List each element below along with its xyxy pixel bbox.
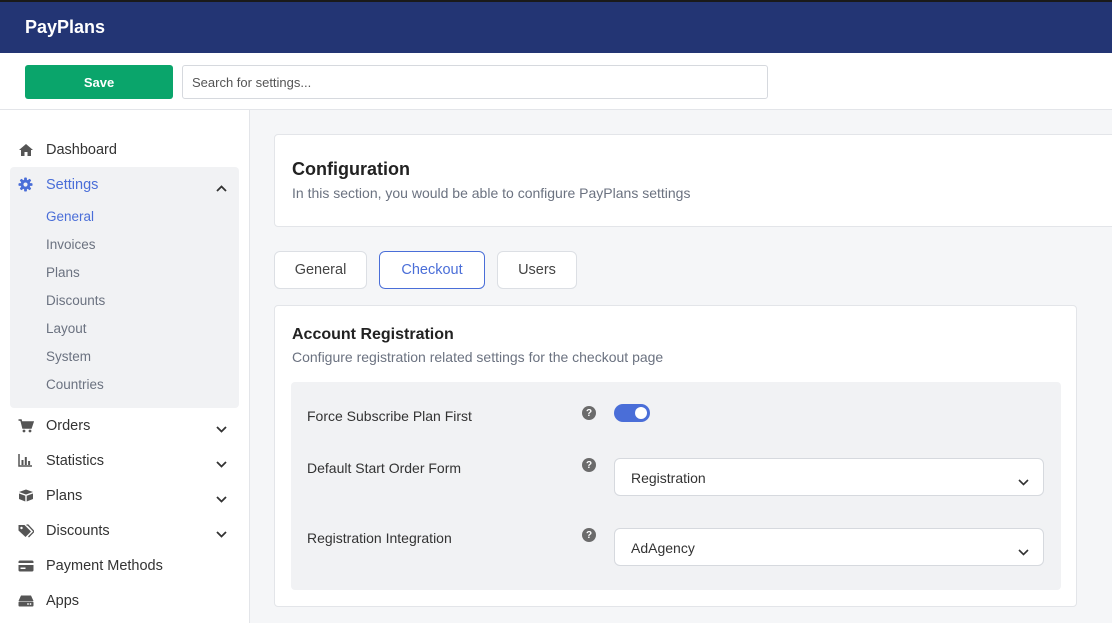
- panel-title: Account Registration: [292, 326, 454, 343]
- page-title: Configuration: [292, 159, 410, 179]
- sidebar-subitem-countries[interactable]: Countries: [46, 377, 104, 392]
- sidebar-item-statistics[interactable]: Statistics: [10, 443, 239, 478]
- cart-icon: [10, 418, 36, 433]
- sidebar-item-apps[interactable]: Apps: [10, 583, 239, 618]
- sidebar: Dashboard Settings General Invoices Plan…: [0, 110, 250, 623]
- panel-description: Configure registration related settings …: [292, 349, 664, 365]
- help-icon[interactable]: ?: [582, 528, 596, 542]
- boxes-icon: [10, 489, 36, 502]
- tab-users[interactable]: Users: [497, 251, 577, 289]
- chevron-down-icon[interactable]: [216, 525, 227, 543]
- registration-integration-select[interactable]: AdAgency: [614, 528, 1044, 566]
- select-value: AdAgency: [631, 540, 695, 556]
- gear-icon: [10, 177, 36, 192]
- toolbar: Save: [0, 53, 1112, 110]
- toggle-knob: [635, 407, 647, 419]
- sidebar-item-label: Orders: [46, 417, 91, 434]
- settings-fields: Force Subscribe Plan First ? Default Sta…: [291, 382, 1061, 590]
- select-value: Registration: [631, 470, 706, 486]
- search-input[interactable]: [182, 65, 768, 99]
- settings-submenu-panel: Settings General Invoices Plans Discount…: [10, 167, 239, 408]
- chevron-up-icon[interactable]: [216, 179, 227, 197]
- sidebar-item-label: Discounts: [46, 522, 110, 539]
- chart-icon: [10, 454, 36, 467]
- chevron-down-icon[interactable]: [216, 455, 227, 473]
- brand-title: PayPlans: [25, 17, 106, 37]
- sidebar-subitem-general[interactable]: General: [46, 209, 94, 224]
- sidebar-item-payment-methods[interactable]: Payment Methods: [10, 548, 239, 583]
- home-icon: [10, 143, 36, 157]
- help-icon[interactable]: ?: [582, 458, 596, 472]
- tab-general[interactable]: General: [274, 251, 367, 289]
- sidebar-item-label: Plans: [46, 487, 83, 504]
- main-content: Configuration In this section, you would…: [250, 110, 1112, 623]
- default-start-order-form-select[interactable]: Registration: [614, 458, 1044, 496]
- sidebar-item-label: Statistics: [46, 452, 105, 469]
- sidebar-item-orders[interactable]: Orders: [10, 408, 239, 443]
- registration-integration-label: Registration Integration: [307, 530, 452, 546]
- sidebar-item-settings[interactable]: Settings: [10, 167, 239, 202]
- page-description: In this section, you would be able to co…: [292, 185, 691, 201]
- sidebar-item-label: Apps: [46, 592, 80, 609]
- hdd-icon: [10, 595, 36, 607]
- credit-card-icon: [10, 560, 36, 572]
- chevron-down-icon[interactable]: [216, 420, 227, 438]
- chevron-down-icon: [1018, 543, 1029, 561]
- sidebar-item-label: Payment Methods: [46, 557, 163, 574]
- sidebar-item-label: Dashboard: [46, 141, 117, 158]
- sidebar-subitem-plans[interactable]: Plans: [46, 265, 80, 280]
- chevron-down-icon: [1018, 473, 1029, 491]
- sidebar-subitem-system[interactable]: System: [46, 349, 91, 364]
- chevron-down-icon[interactable]: [216, 490, 227, 508]
- sidebar-subitem-invoices[interactable]: Invoices: [46, 237, 96, 252]
- tab-checkout[interactable]: Checkout: [379, 251, 485, 289]
- configuration-card: Configuration In this section, you would…: [274, 134, 1112, 227]
- account-registration-panel: Account Registration Configure registrat…: [274, 305, 1077, 607]
- help-icon[interactable]: ?: [582, 406, 596, 420]
- default-start-order-form-label: Default Start Order Form: [307, 460, 462, 476]
- force-subscribe-toggle[interactable]: [614, 404, 650, 422]
- sidebar-item-label: Settings: [46, 176, 99, 193]
- tags-icon: [10, 523, 36, 538]
- sidebar-item-dashboard[interactable]: Dashboard: [10, 132, 239, 167]
- sidebar-subitem-layout[interactable]: Layout: [46, 321, 87, 336]
- sidebar-subitem-discounts[interactable]: Discounts: [46, 293, 105, 308]
- top-header: PayPlans: [0, 0, 1112, 53]
- sidebar-item-plans[interactable]: Plans: [10, 478, 239, 513]
- save-button[interactable]: Save: [25, 65, 173, 99]
- force-subscribe-label: Force Subscribe Plan First: [307, 408, 472, 424]
- sidebar-item-discounts[interactable]: Discounts: [10, 513, 239, 548]
